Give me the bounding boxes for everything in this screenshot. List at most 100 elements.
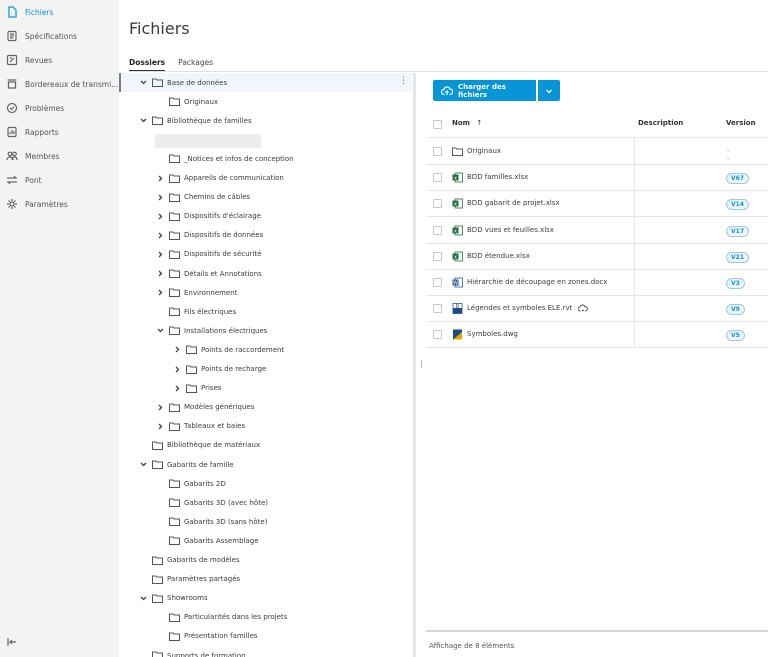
chevron-right-icon[interactable] [155, 402, 165, 412]
chevron-down-icon[interactable] [138, 460, 148, 470]
file-name-link[interactable]: Symboles.dwg [467, 330, 518, 338]
chevron-right-icon[interactable] [155, 192, 165, 202]
sidebar-item-label: Revues [25, 55, 53, 65]
chevron-right-icon[interactable] [155, 249, 165, 259]
chevron-right-icon[interactable] [172, 345, 182, 355]
tree-item[interactable]: Gabarits de famille [138, 455, 234, 474]
tree-item[interactable]: _Notices et infos de conception [169, 149, 294, 168]
sidebar-item-specifications[interactable]: Spécifications [0, 25, 119, 47]
horizontal-scrollbar[interactable] [426, 630, 768, 632]
more-options-icon[interactable]: ⋮ [399, 76, 408, 86]
tree-item[interactable]: Installations électriques [155, 321, 267, 340]
tree-item[interactable]: Paramètres partagés [152, 570, 240, 589]
tree-item[interactable]: Dispositifs d'éclairage [155, 207, 261, 226]
sidebar-item-bordereaux[interactable]: Bordereaux de transmi... [0, 73, 119, 95]
tree-item[interactable]: Bibliothèque de matériaux [152, 436, 260, 455]
chevron-down-icon[interactable] [155, 326, 165, 336]
tree-item-label: Présentation familles [184, 632, 258, 641]
upload-dropdown-button[interactable] [538, 80, 560, 101]
tree-item[interactable]: Prises [172, 379, 222, 398]
chevron-down-icon[interactable] [138, 78, 148, 88]
sidebar-item-revues[interactable]: Revues [0, 49, 119, 71]
tree-item[interactable]: Points de recharge [172, 360, 266, 379]
chevron-right-icon[interactable] [172, 364, 182, 374]
tree-item-label: Bibliothèque de familles [167, 116, 252, 125]
chevron-down-icon[interactable] [138, 593, 148, 603]
tab-dossiers[interactable]: Dossiers [129, 58, 166, 72]
tree-item[interactable]: Gabarits 2D [169, 474, 226, 493]
panel-splitter[interactable] [413, 73, 416, 657]
tree-item[interactable]: Dispositifs de sécurité [155, 245, 261, 264]
tree-item[interactable]: Gabarits 3D (avec hôte) [169, 493, 268, 512]
tree-item[interactable]: Tableaux et baies [155, 417, 245, 436]
redacted-folder[interactable] [155, 134, 261, 148]
tree-item[interactable]: Showrooms [138, 589, 208, 608]
upload-files-button[interactable]: Charger des fichiers [433, 80, 536, 101]
tree-item[interactable]: Détails et Annotations [155, 264, 262, 283]
version-badge[interactable]: V3 [726, 278, 745, 289]
column-header-version[interactable]: Version [726, 119, 756, 127]
file-name-link[interactable]: BDD gabarit de projet.xlsx [467, 199, 560, 207]
row-checkbox[interactable] [433, 304, 442, 314]
tree-item[interactable]: Gabarits Assemblage [169, 531, 259, 550]
tree-item[interactable]: Appareils de communication [155, 169, 284, 188]
sidebar-item-problemes[interactable]: Problèmes [0, 97, 119, 119]
version-badge[interactable]: V9 [726, 304, 745, 316]
tree-item[interactable]: Supports de formation [152, 646, 246, 657]
chevron-right-icon[interactable] [172, 383, 182, 393]
column-header-name[interactable]: Nom ↑ [452, 119, 482, 127]
row-checkbox[interactable] [433, 251, 442, 261]
tree-item[interactable]: Points de raccordement [172, 340, 284, 359]
tree-item[interactable]: Environnement [155, 283, 237, 302]
sidebar-item-membres[interactable]: Membres [0, 145, 119, 167]
chevron-right-icon[interactable] [155, 288, 165, 298]
tree-item[interactable]: Fils électriques [169, 302, 236, 321]
version-badge[interactable]: V17 [726, 225, 749, 237]
version-badge[interactable]: V14 [726, 199, 749, 211]
tree-item[interactable]: Modèles génériques [155, 398, 254, 417]
column-header-description[interactable]: Description [638, 119, 683, 127]
tree-item[interactable]: Gabarits de modèles [152, 551, 240, 570]
row-checkbox[interactable] [433, 173, 442, 183]
tree-item[interactable]: Gabarits 3D (sans hôte) [169, 512, 267, 531]
row-checkbox[interactable] [433, 199, 442, 209]
chevron-right-icon[interactable] [155, 269, 165, 279]
tree-item-label: Gabarits 3D (sans hôte) [184, 517, 268, 526]
file-name-link[interactable]: Hiérarchie de découpage en zones.docx [467, 278, 607, 286]
tab-packages[interactable]: Packages [178, 58, 213, 72]
chevron-right-icon[interactable] [155, 230, 165, 240]
file-name-link[interactable]: BDD étendue.xlsx [467, 252, 530, 260]
version-badge[interactable]: V67 [726, 173, 749, 185]
sidebar-item-pont[interactable]: Pont [0, 169, 119, 191]
file-name-link[interactable]: BDD familles.xlsx [467, 173, 528, 181]
excel-file-icon: x [452, 225, 463, 236]
row-checkbox[interactable] [433, 330, 442, 340]
file-name-link[interactable]: Légendes et symboles ELE.rvt [467, 304, 572, 312]
tree-item[interactable]: Particularités dans les projets [169, 608, 287, 627]
chevron-down-icon[interactable] [138, 116, 148, 126]
tree-item[interactable]: Originaux [169, 92, 218, 111]
collapse-icon[interactable] [6, 636, 18, 648]
tree-item[interactable]: Chemins de câbles [155, 188, 250, 207]
splitter-grip-icon[interactable] [421, 360, 422, 368]
tree-item[interactable]: Base de données [138, 73, 227, 92]
row-checkbox[interactable] [433, 278, 442, 287]
version-badge[interactable]: V21 [726, 251, 749, 263]
row-checkbox[interactable] [433, 225, 442, 235]
tree-item[interactable]: Présentation familles [169, 627, 258, 646]
row-checkbox[interactable] [433, 147, 442, 156]
select-all-checkbox[interactable] [433, 120, 442, 129]
tree-item[interactable]: Dispositifs de données [155, 226, 263, 245]
version-badge[interactable]: V5 [726, 330, 745, 342]
tree-item[interactable]: Bibliothèque de familles [138, 111, 252, 130]
sort-up-arrow-icon[interactable]: ↑ [476, 119, 482, 127]
sidebar-item-parametres[interactable]: Paramètres [0, 193, 119, 215]
file-name-link[interactable]: BDD vues et feuilles.xlsx [467, 226, 554, 234]
sidebar-item-rapports[interactable]: Rapports [0, 121, 119, 143]
link-cloud-icon[interactable] [577, 304, 588, 313]
chevron-right-icon[interactable] [155, 173, 165, 183]
chevron-right-icon[interactable] [155, 421, 165, 431]
file-name-link[interactable]: Originaux [467, 147, 501, 155]
sidebar-item-fichiers[interactable]: Fichiers [0, 1, 119, 23]
chevron-right-icon[interactable] [155, 211, 165, 221]
